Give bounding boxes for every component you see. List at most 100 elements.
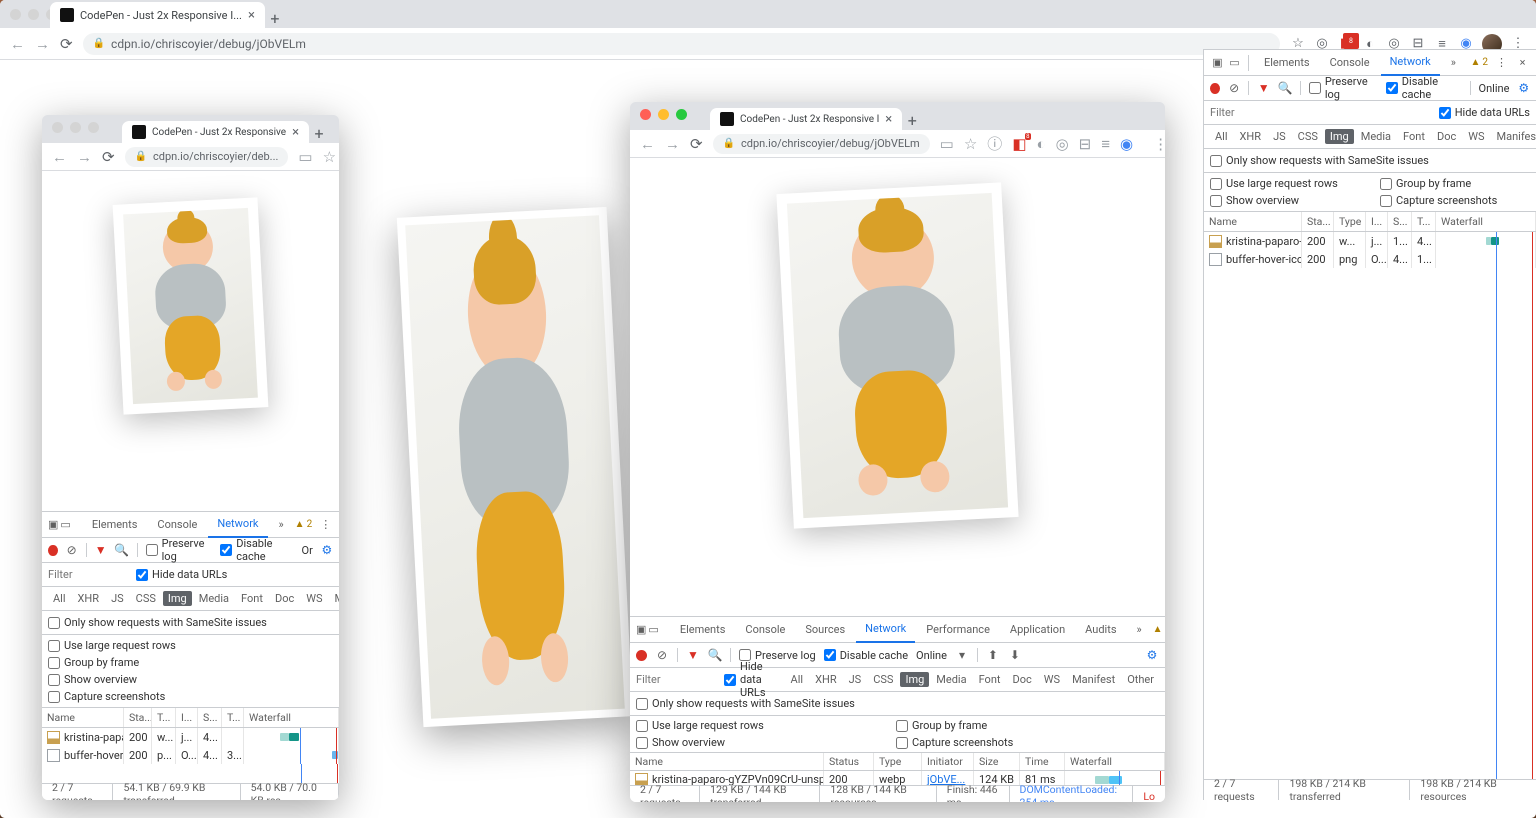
col-type[interactable]: Type — [1334, 212, 1366, 231]
traffic-light-close[interactable] — [10, 9, 21, 20]
address-bar[interactable]: 🔒 cdpn.io/chriscoyier/debug/jObVELm — [713, 134, 930, 154]
upload-har-icon[interactable]: ⬆ — [986, 648, 1000, 662]
reload-button[interactable]: ⟳ — [690, 135, 703, 153]
filter-font[interactable]: Font — [974, 672, 1006, 687]
filter-media[interactable]: Media — [1356, 129, 1396, 144]
forward-button[interactable]: → — [77, 148, 92, 166]
traffic-light-max[interactable] — [88, 122, 99, 133]
browser-tab[interactable]: CodePen - Just 2x Responsive × — [122, 121, 309, 143]
filter-other[interactable]: Other — [1122, 672, 1159, 687]
col-name[interactable]: Name — [630, 753, 824, 770]
traffic-light-max[interactable] — [676, 109, 687, 120]
col-waterfall[interactable]: Waterfall — [244, 708, 339, 727]
tab-audits[interactable]: Audits — [1076, 617, 1125, 643]
new-tab-button[interactable]: + — [265, 9, 285, 28]
table-row[interactable]: buffer-hover-icon... 200png O...4... 1..… — [1204, 250, 1536, 268]
traffic-light-close[interactable] — [52, 122, 63, 133]
filter-img[interactable]: Img — [900, 672, 929, 687]
filter-manifest[interactable]: Manifest — [330, 591, 339, 606]
download-har-icon[interactable]: ⬇ — [1008, 648, 1022, 662]
close-devtools-icon[interactable]: × — [1515, 55, 1530, 70]
throttle-select[interactable]: Online — [916, 649, 947, 662]
filter-all[interactable]: All — [48, 591, 71, 606]
filter-js[interactable]: JS — [844, 672, 867, 687]
hide-data-urls-checkbox[interactable]: Hide data URLs — [1439, 106, 1530, 119]
capture-checkbox[interactable]: Capture screenshots — [896, 736, 1036, 749]
back-button[interactable]: ← — [640, 135, 655, 153]
info-icon[interactable]: ⓘ — [987, 133, 1002, 154]
filter-font[interactable]: Font — [236, 591, 268, 606]
hide-data-urls-checkbox[interactable]: Hide data URLs — [136, 568, 227, 581]
filter-icon[interactable]: ▼ — [686, 648, 700, 662]
inspect-icon[interactable]: ▣ — [48, 517, 58, 532]
samesite-checkbox[interactable]: Only show requests with SameSite issues — [636, 697, 855, 710]
ext-icon[interactable]: ◎ — [1056, 135, 1069, 153]
filter-ws[interactable]: WS — [1463, 129, 1489, 144]
col-time[interactable]: T... — [1412, 212, 1436, 231]
filter-all[interactable]: All — [1210, 129, 1233, 144]
table-row[interactable]: buffer-hover-i... 200p... O...4... 3... — [42, 746, 339, 764]
settings-gear-icon[interactable]: ⚙ — [1517, 81, 1530, 95]
more-tabs-icon[interactable]: » — [1128, 617, 1151, 643]
group-frame-checkbox[interactable]: Group by frame — [48, 656, 188, 669]
filter-font[interactable]: Font — [1398, 129, 1430, 144]
filter-media[interactable]: Media — [194, 591, 234, 606]
settings-gear-icon[interactable]: ⚙ — [321, 543, 333, 557]
device-icon[interactable]: ▭ — [1227, 55, 1242, 70]
ext-icon[interactable]: ◧8 — [1012, 135, 1026, 153]
browser-tab[interactable]: CodePen - Just 2x Responsive I × — [710, 108, 902, 130]
star-icon[interactable]: ☆ — [323, 148, 336, 166]
record-button[interactable] — [636, 650, 647, 661]
tab-elements[interactable]: Elements — [671, 617, 735, 643]
chrome-menu-icon[interactable]: ⋮ — [1153, 135, 1165, 153]
capture-checkbox[interactable]: Capture screenshots — [1380, 194, 1520, 207]
ext-icon[interactable]: ⊟ — [1079, 135, 1092, 153]
close-tab-icon[interactable]: × — [248, 8, 255, 23]
more-tabs-icon[interactable]: » — [1442, 50, 1465, 76]
filter-css[interactable]: CSS — [131, 591, 161, 606]
forward-button[interactable]: → — [35, 35, 50, 53]
col-waterfall[interactable]: Waterfall — [1436, 212, 1536, 231]
col-waterfall[interactable]: Waterfall — [1065, 753, 1165, 770]
search-icon[interactable]: 🔍 — [115, 543, 129, 557]
col-initiator[interactable]: I... — [176, 708, 198, 727]
throttle-select[interactable]: Online — [1479, 82, 1510, 95]
address-bar[interactable]: 🔒 cdpn.io/chriscoyier/debug/jObVELm — [83, 33, 1280, 55]
filter-img[interactable]: Img — [1325, 129, 1354, 144]
filter-css[interactable]: CSS — [868, 672, 898, 687]
large-rows-checkbox[interactable]: Use large request rows — [636, 719, 866, 732]
address-bar[interactable]: 🔒 cdpn.io/chriscoyier/deb... — [125, 147, 289, 167]
col-name[interactable]: Name — [1204, 212, 1302, 231]
chevron-down-icon[interactable]: ▾ — [955, 648, 969, 662]
disable-cache-checkbox[interactable]: Disable cache — [220, 537, 293, 563]
col-status[interactable]: Sta... — [124, 708, 152, 727]
traffic-light-min[interactable] — [28, 9, 39, 20]
settings-gear-icon[interactable]: ⚙ — [1145, 648, 1159, 662]
preserve-log-checkbox[interactable]: Preserve log — [1309, 75, 1378, 101]
tab-sources[interactable]: Sources — [796, 617, 854, 643]
traffic-light-close[interactable] — [640, 109, 651, 120]
clear-button[interactable]: ⊘ — [66, 543, 78, 557]
filter-ws[interactable]: WS — [301, 591, 327, 606]
col-size[interactable]: Size — [974, 753, 1020, 770]
inspect-icon[interactable]: ▣ — [1210, 55, 1225, 70]
star-icon[interactable]: ☆ — [964, 135, 977, 153]
record-button[interactable] — [48, 545, 58, 556]
col-time[interactable]: T... — [222, 708, 244, 727]
search-icon[interactable]: 🔍 — [1278, 81, 1292, 95]
filter-doc[interactable]: Doc — [1432, 129, 1461, 144]
ext-icon[interactable]: ≡ — [1101, 135, 1110, 153]
device-icon[interactable]: ▭ — [648, 622, 658, 637]
samesite-checkbox[interactable]: Only show requests with SameSite issues — [1210, 154, 1429, 167]
filter-js[interactable]: JS — [1268, 129, 1291, 144]
warning-badge[interactable]: ▲ 2 — [1153, 624, 1165, 635]
warning-badge[interactable]: ▲ 2 — [1470, 57, 1488, 68]
back-button[interactable]: ← — [10, 35, 25, 53]
filter-doc[interactable]: Doc — [270, 591, 299, 606]
clear-button[interactable]: ⊘ — [655, 648, 669, 662]
filter-doc[interactable]: Doc — [1008, 672, 1037, 687]
new-tab-button[interactable]: + — [309, 124, 329, 143]
filter-manifest[interactable]: Manifest — [1067, 672, 1120, 687]
throttle-label[interactable]: Or — [302, 544, 313, 557]
show-overview-checkbox[interactable]: Show overview — [1210, 194, 1350, 207]
